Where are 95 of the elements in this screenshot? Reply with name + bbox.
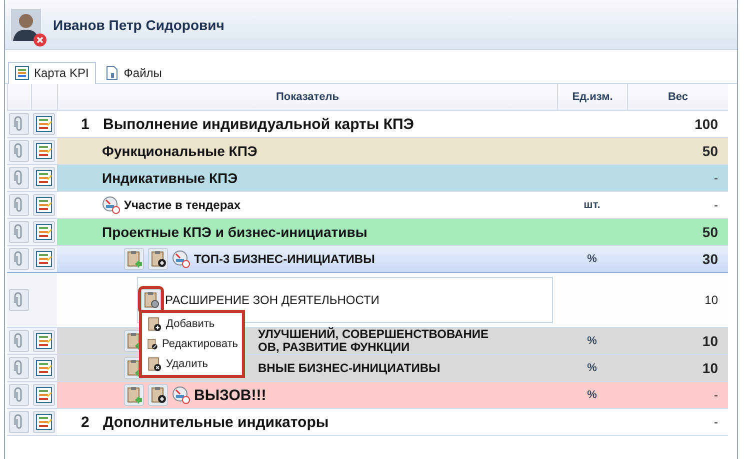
indicator-name: Дополнительные индикаторы <box>103 414 329 430</box>
paperclip-icon <box>14 170 24 186</box>
error-icon <box>33 32 47 46</box>
weight-value: 100 <box>694 116 718 132</box>
list-edit-icon <box>36 170 52 186</box>
list-edit-icon <box>36 116 52 132</box>
weight-value: 50 <box>702 143 718 159</box>
edit-card-button[interactable] <box>33 411 55 433</box>
edit-card-button[interactable] <box>33 357 55 379</box>
edit-card-button[interactable] <box>33 248 55 270</box>
edit-card-button[interactable] <box>33 167 55 189</box>
add-icon <box>146 316 162 332</box>
clipboard-arrow-button[interactable] <box>124 248 144 270</box>
unit-text: % <box>587 362 597 374</box>
indicator-name: ВЫЗОВ!!! <box>194 386 266 404</box>
delete-icon <box>146 356 162 372</box>
clipboard-plus-icon <box>149 386 167 404</box>
clipboard-arrow-icon <box>125 250 143 268</box>
indicator-name: Функциональные КПЭ <box>101 143 258 159</box>
paperclip-icon <box>14 333 24 349</box>
list-edit-icon <box>36 387 52 403</box>
clipboard-plus-icon <box>149 250 167 268</box>
indicator-name: УЛУЧШЕНИЙ, СОВЕРШЕНСТВОВАНИЕ ОВ, РАЗВИТИЕ ФУНКЦИИ <box>258 328 489 354</box>
table-row[interactable]: ТОП-3 БИЗНЕС-ИНИЦИАТИВЫ % 30 <box>7 246 728 273</box>
tab[interactable]: Карта KPI <box>8 62 96 84</box>
list-edit-icon <box>36 143 52 159</box>
paperclip-icon <box>14 387 24 403</box>
weight-value: - <box>714 388 718 402</box>
list-icon <box>15 66 29 80</box>
paperclip-icon <box>14 251 24 267</box>
edit-icon <box>146 336 158 352</box>
table-row[interactable]: Участие в тендерах шт. - <box>7 192 728 219</box>
indicator-name: ВНЫЕ БИЗНЕС-ИНИЦИАТИВЫ <box>258 362 440 374</box>
table-row[interactable]: ВЫЗОВ!!! % - <box>7 382 728 409</box>
indicator-name: ТОП-3 БИЗНЕС-ИНИЦИАТИВЫ <box>194 252 375 266</box>
paperclip-icon <box>14 116 24 132</box>
table-row[interactable]: Индикативные КПЭ - <box>7 165 728 192</box>
tab[interactable]: Файлы <box>98 62 169 83</box>
weight-value: 10 <box>702 333 718 349</box>
clipboard-arrow-icon <box>125 386 143 404</box>
weight-value: - <box>714 198 718 212</box>
column-header[interactable]: Показатель <box>57 84 557 110</box>
list-edit-icon <box>36 360 52 376</box>
add-button[interactable] <box>148 248 168 270</box>
table-row[interactable]: 2 Дополнительные индикаторы - <box>7 409 728 436</box>
row-number: 2 <box>81 414 90 430</box>
unit-text: % <box>587 335 597 347</box>
list-edit-icon <box>36 197 52 213</box>
user-name: Иванов Петр Сидорович <box>53 16 224 32</box>
indicator-name: Проектные КПЭ и бизнес-инициативы <box>101 224 368 240</box>
list-edit-icon <box>36 251 52 267</box>
weight-value: 10 <box>704 293 718 307</box>
add-button[interactable] <box>148 384 168 406</box>
document-icon <box>104 66 119 80</box>
edit-card-button[interactable] <box>33 221 55 243</box>
edit-card-button[interactable] <box>33 113 55 135</box>
paperclip-icon <box>14 414 24 430</box>
column-header[interactable]: Вес <box>627 84 728 110</box>
gauge-icon <box>102 196 120 214</box>
gauge-icon <box>172 386 190 404</box>
table-row[interactable]: Проектные КПЭ и бизнес-инициативы 50 <box>7 219 728 246</box>
menu-item[interactable]: Редактировать <box>142 334 242 354</box>
indicator-name: Индикативные КПЭ <box>101 170 238 186</box>
weight-value: - <box>714 415 718 429</box>
weight-value: 50 <box>702 224 718 240</box>
paperclip-icon <box>14 292 24 308</box>
row-number: 1 <box>81 116 90 132</box>
indicator-name: Выполнение индивидуальной карты КПЭ <box>103 116 414 132</box>
paperclip-icon <box>14 197 24 213</box>
edit-card-button[interactable] <box>33 140 55 162</box>
indicator-name: Участие в тендерах <box>124 198 241 212</box>
unit-text: % <box>587 389 597 401</box>
paperclip-icon <box>14 224 24 240</box>
weight-value: 10 <box>702 360 718 376</box>
table-row[interactable]: Функциональные КПЭ 50 <box>7 138 728 165</box>
paperclip-icon <box>14 360 24 376</box>
edit-card-button[interactable] <box>33 330 55 352</box>
weight-value: - <box>714 171 718 185</box>
list-edit-icon <box>36 224 52 240</box>
gauge-icon <box>172 250 190 268</box>
avatar <box>11 8 41 40</box>
edit-icon-button[interactable] <box>141 289 161 311</box>
sub-item-name: РАСШИРЕНИЕ ЗОН ДЕЯТЕЛЬНОСТИ <box>165 293 380 307</box>
edit-card-button[interactable] <box>33 384 55 406</box>
weight-value: 30 <box>702 251 718 267</box>
list-edit-icon <box>36 333 52 349</box>
unit-text: % <box>587 253 597 265</box>
column-header[interactable]: Ед.изм. <box>557 84 627 110</box>
edit-card-button[interactable] <box>33 194 55 216</box>
menu-item[interactable]: Удалить <box>142 354 242 374</box>
list-edit-icon <box>36 414 52 430</box>
unit-text: шт. <box>584 199 600 211</box>
clipboard-arrow-button[interactable] <box>124 384 144 406</box>
paperclip-icon <box>14 143 24 159</box>
table-row[interactable]: 1 Выполнение индивидуальной карты КПЭ 100 <box>7 111 728 138</box>
